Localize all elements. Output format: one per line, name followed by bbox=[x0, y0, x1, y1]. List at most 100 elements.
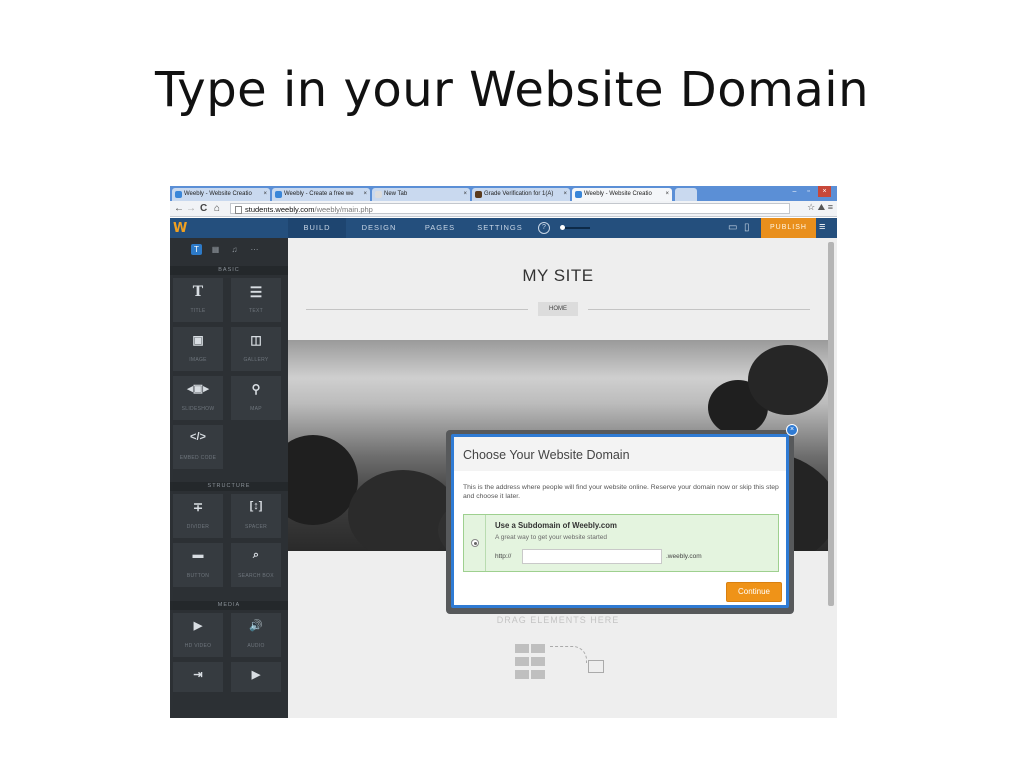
reload-icon[interactable]: C bbox=[200, 202, 207, 215]
element-button[interactable]: ▬ BUTTON bbox=[173, 543, 223, 587]
hamburger-menu-icon[interactable]: ≡ bbox=[819, 221, 825, 233]
layout-elements-tab-icon[interactable]: ▦ bbox=[210, 244, 221, 255]
element-audio[interactable]: 🔊 AUDIO bbox=[231, 613, 281, 657]
search-box-icon: ⌕ bbox=[252, 549, 260, 561]
gallery-icon: ◫ bbox=[250, 333, 262, 347]
drag-elements-hint: DRAG ELEMENTS HERE bbox=[496, 615, 620, 625]
element-label: SPACER bbox=[245, 524, 267, 530]
element-image[interactable]: ▣ IMAGE bbox=[173, 327, 223, 371]
home-icon[interactable]: ⌂ bbox=[214, 202, 220, 215]
subdomain-option-title: Use a Subdomain of Weebly.com bbox=[495, 521, 617, 530]
modal-header: Choose Your Website Domain bbox=[454, 437, 786, 471]
publish-button[interactable]: PUBLISH bbox=[761, 218, 816, 238]
close-tab-icon[interactable]: × bbox=[665, 188, 669, 201]
element-label: TEXT bbox=[249, 308, 263, 314]
domain-modal: Choose Your Website Domain This is the a… bbox=[451, 434, 789, 608]
url-host: students.weebly.com bbox=[245, 205, 315, 214]
tab-design[interactable]: DESIGN bbox=[346, 218, 412, 238]
element-label: MAP bbox=[250, 406, 262, 412]
modal-description: This is the address where people will fi… bbox=[463, 484, 779, 500]
browser-tab-title: Weebly - Website Creatio bbox=[184, 191, 252, 197]
subdomain-option-subtitle: A great way to get your website started bbox=[495, 534, 608, 541]
maximize-icon[interactable]: ▫ bbox=[802, 186, 815, 197]
divider-icon: ∓ bbox=[192, 500, 204, 514]
basic-elements-tab-icon[interactable]: T bbox=[191, 244, 202, 255]
modal-close-icon[interactable]: × bbox=[786, 424, 798, 436]
zoom-slider-knob[interactable] bbox=[560, 225, 565, 230]
close-tab-icon[interactable]: × bbox=[463, 188, 467, 201]
browser-tab-title: Weebly - Website Creatio bbox=[584, 191, 652, 197]
browser-tab-4[interactable]: Grade Verification for 1(A) × bbox=[472, 188, 570, 201]
subdomain-input[interactable] bbox=[522, 549, 662, 564]
element-hd-video[interactable]: ▶ HD VIDEO bbox=[173, 613, 223, 657]
element-map[interactable]: ⚲ MAP bbox=[231, 376, 281, 420]
tab-settings[interactable]: SETTINGS bbox=[468, 218, 532, 238]
browser-screenshot: Weebly - Website Creatio × Weebly - Crea… bbox=[170, 186, 837, 718]
element-text[interactable]: ☰ TEXT bbox=[231, 278, 281, 322]
url-path: /weebly/main.php bbox=[314, 205, 373, 214]
tab-build[interactable]: BUILD bbox=[288, 218, 346, 238]
close-window-icon[interactable]: × bbox=[818, 186, 831, 197]
section-media: MEDIA bbox=[170, 601, 288, 610]
new-tab-icon bbox=[375, 191, 382, 198]
element-embed-code[interactable]: </> EMBED CODE bbox=[173, 425, 223, 469]
header-divider-left bbox=[306, 309, 528, 310]
modal-body: Choose Your Website Domain This is the a… bbox=[454, 437, 786, 605]
element-label: BUTTON bbox=[186, 573, 210, 579]
close-tab-icon[interactable]: × bbox=[263, 188, 267, 201]
mobile-view-icon[interactable]: ▯ bbox=[744, 222, 750, 233]
browser-tools: ☆ ⛰ ≡ bbox=[807, 202, 833, 213]
element-document[interactable]: ⇥ bbox=[173, 662, 223, 692]
more-elements-tab-icon[interactable]: ⋯ bbox=[249, 244, 260, 255]
close-tab-icon[interactable]: × bbox=[363, 188, 367, 201]
browser-tab-3[interactable]: New Tab × bbox=[372, 188, 470, 201]
weebly-favicon-icon bbox=[175, 191, 182, 198]
chrome-menu-icon[interactable]: ≡ bbox=[828, 202, 833, 212]
new-tab-button[interactable] bbox=[675, 188, 697, 201]
bookmark-star-icon[interactable]: ☆ bbox=[807, 202, 815, 212]
nav-home[interactable]: HOME bbox=[538, 302, 578, 316]
audio-icon: 🔊 bbox=[249, 620, 263, 632]
subdomain-radio[interactable] bbox=[471, 539, 479, 547]
element-label: GALLERY bbox=[243, 357, 269, 363]
close-tab-icon[interactable]: × bbox=[563, 188, 567, 201]
element-gallery[interactable]: ◫ GALLERY bbox=[231, 327, 281, 371]
image-placeholder-icon bbox=[588, 660, 604, 673]
site-title[interactable]: MY SITE bbox=[288, 266, 828, 286]
element-label: IMAGE bbox=[189, 357, 207, 363]
browser-tab-1[interactable]: Weebly - Website Creatio × bbox=[172, 188, 270, 201]
tab-pages[interactable]: PAGES bbox=[412, 218, 468, 238]
element-label: EMBED CODE bbox=[179, 455, 217, 461]
element-title[interactable]: T TITLE bbox=[173, 278, 223, 322]
element-label: TITLE bbox=[190, 308, 206, 314]
element-slideshow[interactable]: ◂▣▸ SLIDESHOW bbox=[173, 376, 223, 420]
minimize-icon[interactable]: – bbox=[788, 186, 801, 197]
back-icon[interactable]: ← bbox=[174, 202, 184, 215]
extension-icon[interactable]: ⛰ bbox=[818, 202, 826, 212]
element-spacer[interactable]: [↕] SPACER bbox=[231, 494, 281, 538]
element-label: AUDIO bbox=[247, 643, 265, 649]
continue-button[interactable]: Continue bbox=[726, 582, 782, 602]
desktop-view-icon[interactable]: ▭ bbox=[728, 222, 737, 233]
element-label: HD VIDEO bbox=[184, 643, 212, 649]
subdomain-option[interactable]: Use a Subdomain of Weebly.com A great wa… bbox=[463, 514, 779, 572]
media-elements-tab-icon[interactable]: ♫ bbox=[229, 244, 240, 255]
forward-icon[interactable]: → bbox=[186, 202, 196, 215]
scrollbar[interactable] bbox=[828, 242, 834, 606]
weebly-toolbar: W BUILD DESIGN PAGES SETTINGS ? ▭ ▯ PUBL… bbox=[170, 218, 837, 238]
url-prefix: http:// bbox=[495, 553, 512, 560]
element-divider[interactable]: ∓ DIVIDER bbox=[173, 494, 223, 538]
site-canvas: MY SITE HOME DRAG ELEMENTS HERE Choose Y… bbox=[288, 238, 837, 718]
element-label: SEARCH BOX bbox=[238, 573, 274, 579]
drag-arrow-icon bbox=[550, 646, 587, 663]
element-youtube[interactable]: ▶ bbox=[231, 662, 281, 692]
browser-tab-bar: Weebly - Website Creatio × Weebly - Crea… bbox=[170, 186, 837, 201]
weebly-logo[interactable]: W bbox=[173, 221, 187, 236]
browser-tab-5-active[interactable]: Weebly - Website Creatio × bbox=[572, 188, 672, 201]
url-field[interactable]: students.weebly.com/weebly/main.php bbox=[230, 203, 790, 214]
slide-title: Type in your Website Domain bbox=[154, 62, 870, 118]
section-structure: STRUCTURE bbox=[170, 482, 288, 491]
browser-tab-2[interactable]: Weebly - Create a free we × bbox=[272, 188, 370, 201]
element-search-box[interactable]: ⌕ SEARCH BOX bbox=[231, 543, 281, 587]
help-icon[interactable]: ? bbox=[538, 222, 550, 234]
